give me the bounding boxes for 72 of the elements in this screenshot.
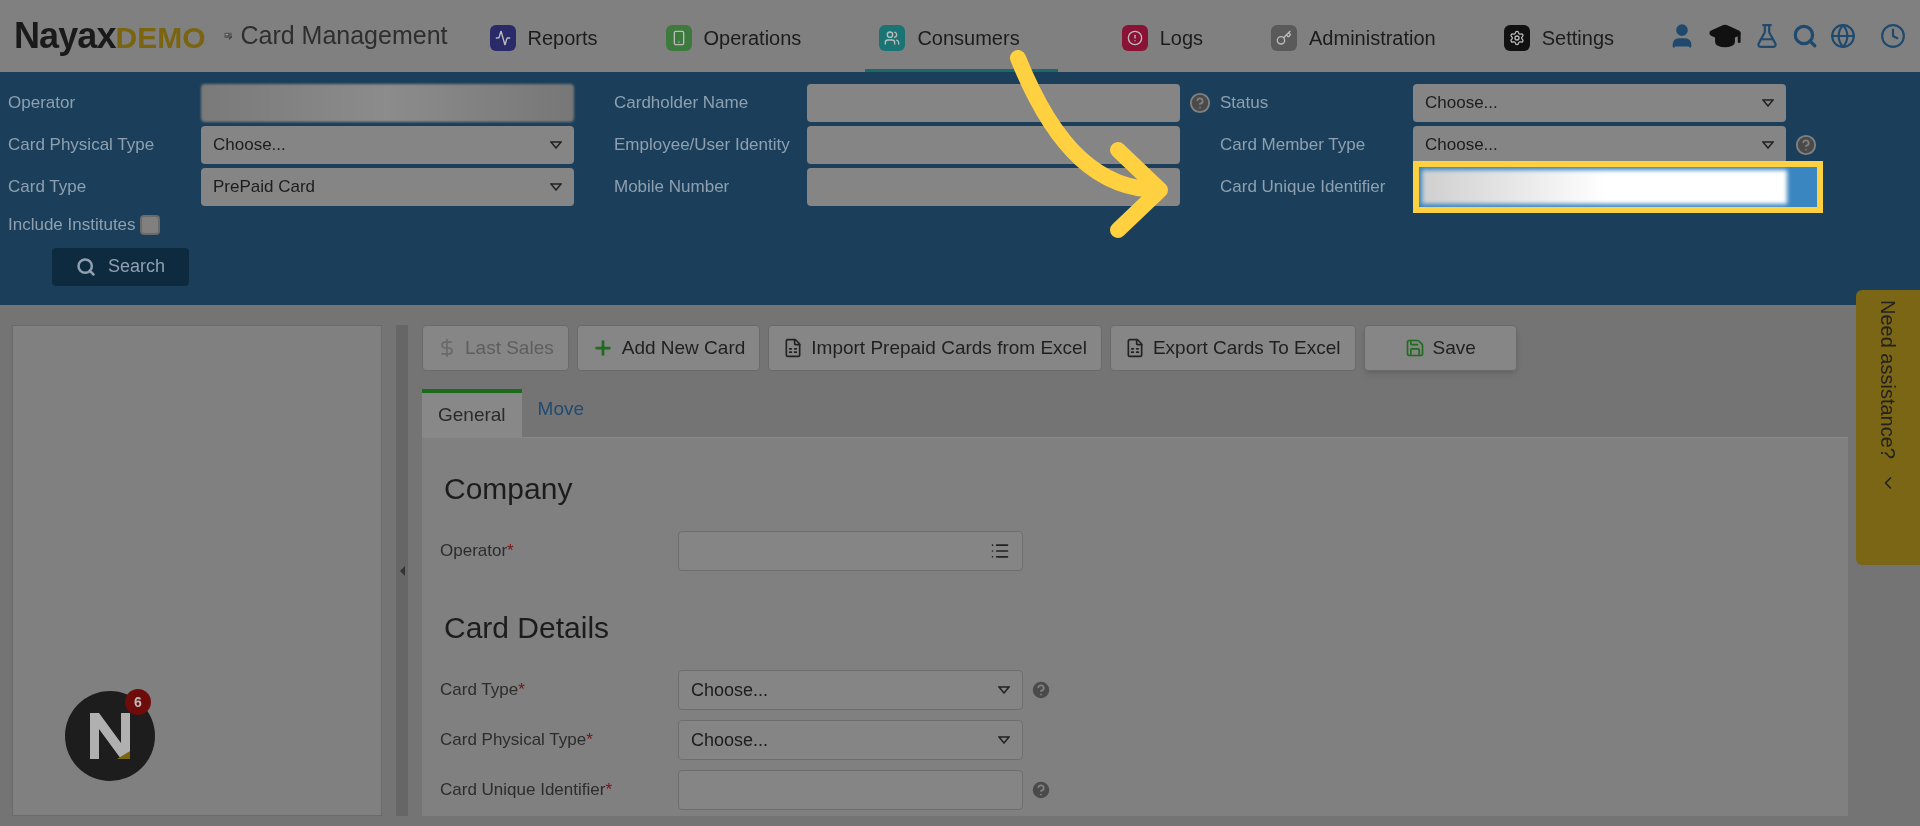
dropdown[interactable]: Choose...: [678, 720, 1023, 760]
dropdown[interactable]: Choose...: [1413, 126, 1786, 164]
search-button[interactable]: Search: [52, 247, 190, 286]
toolbar-button[interactable]: Import Prepaid Cards from Excel: [768, 325, 1102, 371]
caret-icon: [550, 183, 562, 191]
section-title: Card Details: [444, 610, 611, 646]
nav-tab[interactable]: Reports: [475, 6, 612, 72]
caret-icon: [550, 141, 562, 149]
toolbar-button[interactable]: Save: [1363, 325, 1517, 371]
section-title: Company: [444, 471, 574, 507]
filter-label: Operator: [8, 92, 77, 115]
clock-icon[interactable]: [1880, 23, 1906, 49]
filter-label: Mobile Number: [614, 176, 731, 199]
search-icon[interactable]: [1792, 23, 1818, 49]
nav-tab[interactable]: Logs: [1107, 6, 1217, 72]
caret-icon: [998, 736, 1010, 744]
filter-label: Cardholder Name: [614, 92, 750, 115]
nav-icon: [1508, 29, 1525, 46]
notification-badge: 6: [125, 689, 151, 715]
checkbox[interactable]: [139, 214, 160, 235]
spreadsheet-icon: [783, 338, 804, 358]
logo-icon: [87, 711, 133, 761]
dropdown[interactable]: PrePaid Card: [201, 168, 574, 206]
app-launcher-button[interactable]: 6: [65, 691, 155, 781]
brand-tag: DEMO: [115, 15, 206, 60]
picker-field[interactable]: [678, 531, 1023, 571]
filter-label: Card Type: [8, 176, 88, 199]
save-icon: [1404, 338, 1425, 358]
blurred-field[interactable]: [201, 84, 574, 122]
help-icon[interactable]: [1030, 679, 1052, 701]
dropdown[interactable]: Choose...: [201, 126, 574, 164]
filter-label: Card Unique Identifier: [1220, 176, 1387, 199]
caret-icon: [998, 686, 1010, 694]
nav-icon: [494, 29, 511, 46]
nav-icon: [1276, 29, 1292, 46]
nav-icon: [884, 29, 901, 46]
nav-tab[interactable]: Settings: [1489, 6, 1628, 72]
list-icon: [990, 541, 1010, 561]
nav-tab[interactable]: Consumers: [865, 6, 1058, 72]
filter-label: Status: [1220, 92, 1270, 115]
filter-label: Card Member Type: [1220, 134, 1367, 157]
highlighted-field[interactable]: [1413, 161, 1823, 213]
dropdown[interactable]: Choose...: [1413, 84, 1786, 122]
form-tab[interactable]: General: [422, 389, 522, 437]
help-icon[interactable]: [1189, 92, 1211, 114]
nav-tab[interactable]: Administration: [1257, 6, 1450, 72]
filter-label: Employee/User Identity: [614, 134, 791, 157]
search-icon: [76, 256, 96, 277]
field-label: Operator*: [440, 540, 515, 563]
brand-name: Nayax: [14, 14, 116, 58]
dropdown[interactable]: Choose...: [678, 670, 1023, 710]
collapse-arrow-icon[interactable]: [399, 565, 405, 576]
help-icon[interactable]: [1795, 134, 1817, 156]
caret-icon: [1762, 99, 1774, 107]
field-label: Card Unique Identifier*: [440, 779, 613, 802]
assistance-tab[interactable]: Need assistance?: [1856, 290, 1920, 565]
field-label: Card Physical Type*: [440, 729, 594, 752]
flask-icon[interactable]: [1754, 23, 1780, 49]
nav-tab[interactable]: Operations: [651, 6, 816, 72]
app-title: Card Management: [240, 20, 448, 52]
help-icon[interactable]: [1030, 779, 1052, 801]
toolbar-button[interactable]: Add New Card: [576, 325, 761, 371]
nav-icon: [1126, 29, 1143, 46]
input-field[interactable]: [807, 126, 1180, 164]
toolbar-button[interactable]: Export Cards To Excel: [1109, 325, 1356, 371]
caret-icon: [1762, 141, 1774, 149]
filter-label: Card Physical Type: [8, 134, 156, 157]
globe-icon[interactable]: [1830, 23, 1856, 49]
field-label: Card Type*: [440, 679, 526, 702]
assistance-label: Need assistance?: [1876, 300, 1900, 459]
checkbox-label: Include Institutes: [8, 214, 136, 236]
input-field[interactable]: [807, 84, 1180, 122]
